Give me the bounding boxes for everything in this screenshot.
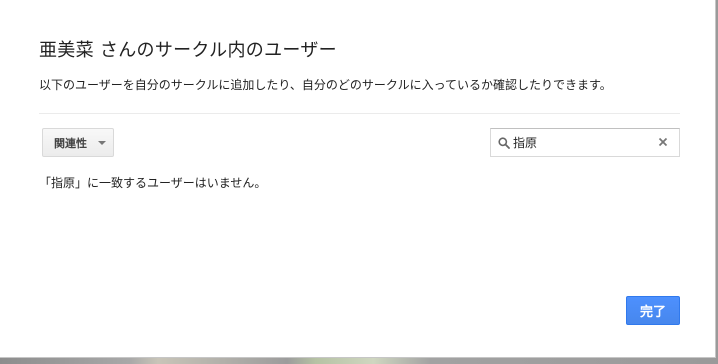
no-results-message: 「指原」に一致するユーザーはいません。 [39, 176, 267, 190]
sort-selected-label: 関連性 [54, 136, 87, 150]
circle-users-dialog: 亜美菜 さんのサークル内のユーザー 以下のユーザーを自分のサークルに追加したり、… [0, 0, 716, 358]
chevron-down-icon [98, 141, 106, 145]
header-divider [39, 113, 680, 114]
search-box[interactable] [490, 128, 680, 157]
page-backdrop [0, 358, 718, 364]
dialog-subtitle: 以下のユーザーを自分のサークルに追加したり、自分のどのサークルに入っているか確認… [39, 78, 612, 92]
sort-dropdown[interactable]: 関連性 [42, 128, 114, 157]
search-input[interactable] [513, 132, 653, 152]
dialog-title: 亜美菜 さんのサークル内のユーザー [39, 40, 337, 61]
done-button[interactable]: 完了 [626, 296, 680, 325]
search-icon [498, 137, 510, 149]
close-icon[interactable] [656, 135, 670, 149]
